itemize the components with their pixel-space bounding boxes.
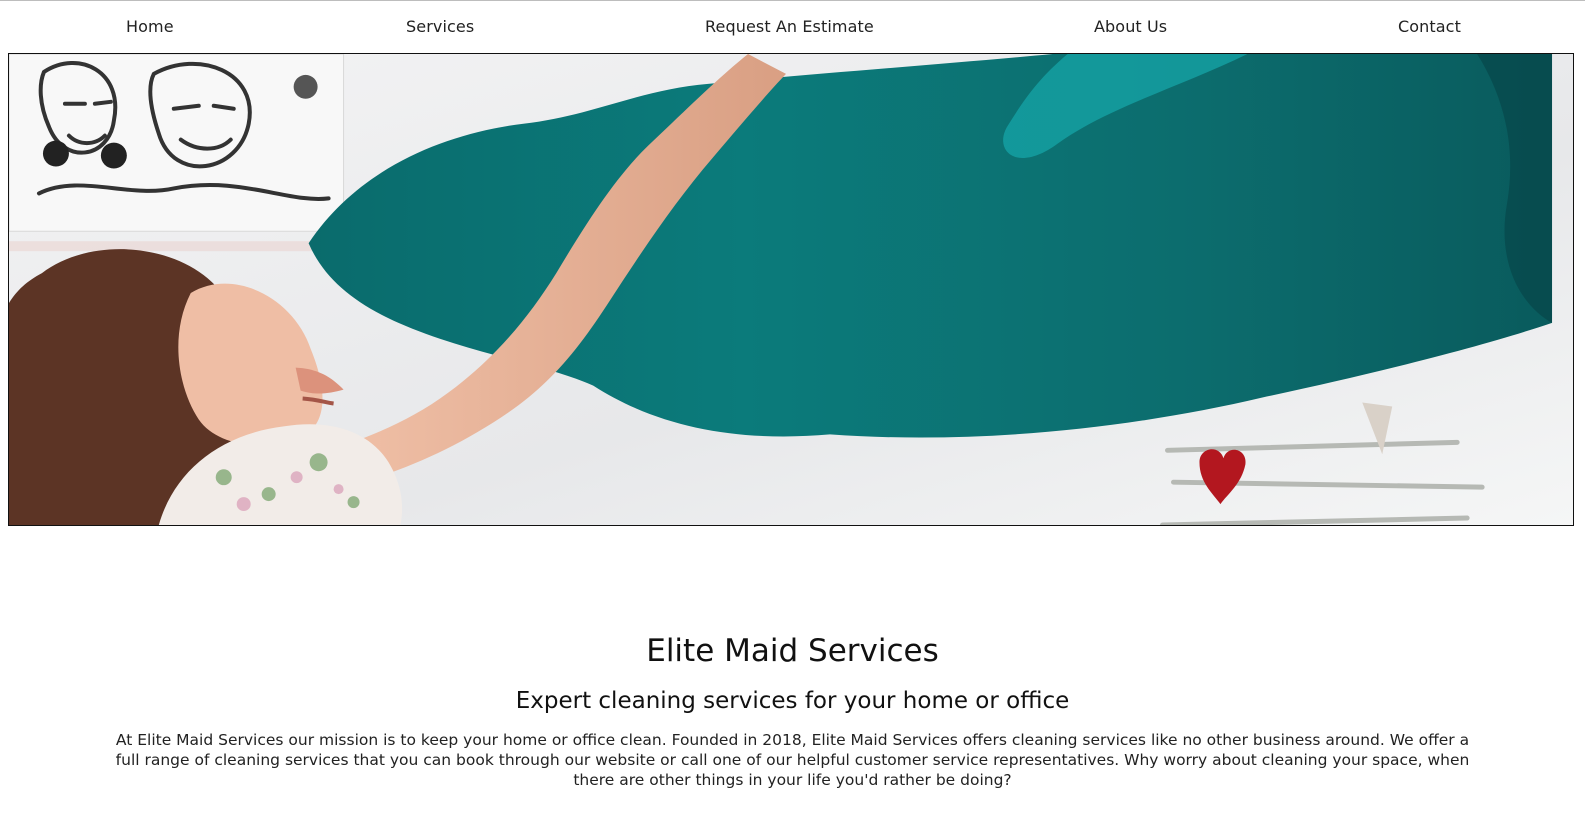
mission-paragraph: At Elite Maid Services our mission is to… [115,731,1470,789]
top-navigation: Home Services Request An Estimate About … [0,0,1585,53]
nav-services-link[interactable]: Services [406,17,474,37]
page-title: Elite Maid Services [646,633,939,669]
hero-image [8,53,1574,526]
page: Home Services Request An Estimate About … [0,0,1585,829]
nav-about-us-link[interactable]: About Us [1094,17,1167,37]
page-subtitle: Expert cleaning services for your home o… [515,688,1070,714]
nav-home-link[interactable]: Home [126,17,174,37]
nav-request-estimate-link[interactable]: Request An Estimate [705,17,874,37]
intro-section: Elite Maid Services Expert cleaning serv… [0,632,1585,790]
sketch-dot-right [100,142,127,169]
sketch-balloon [293,74,318,99]
hero-photo-illustration [9,54,1573,525]
sketch-dot-left [42,140,69,167]
nav-contact-link[interactable]: Contact [1398,17,1461,37]
